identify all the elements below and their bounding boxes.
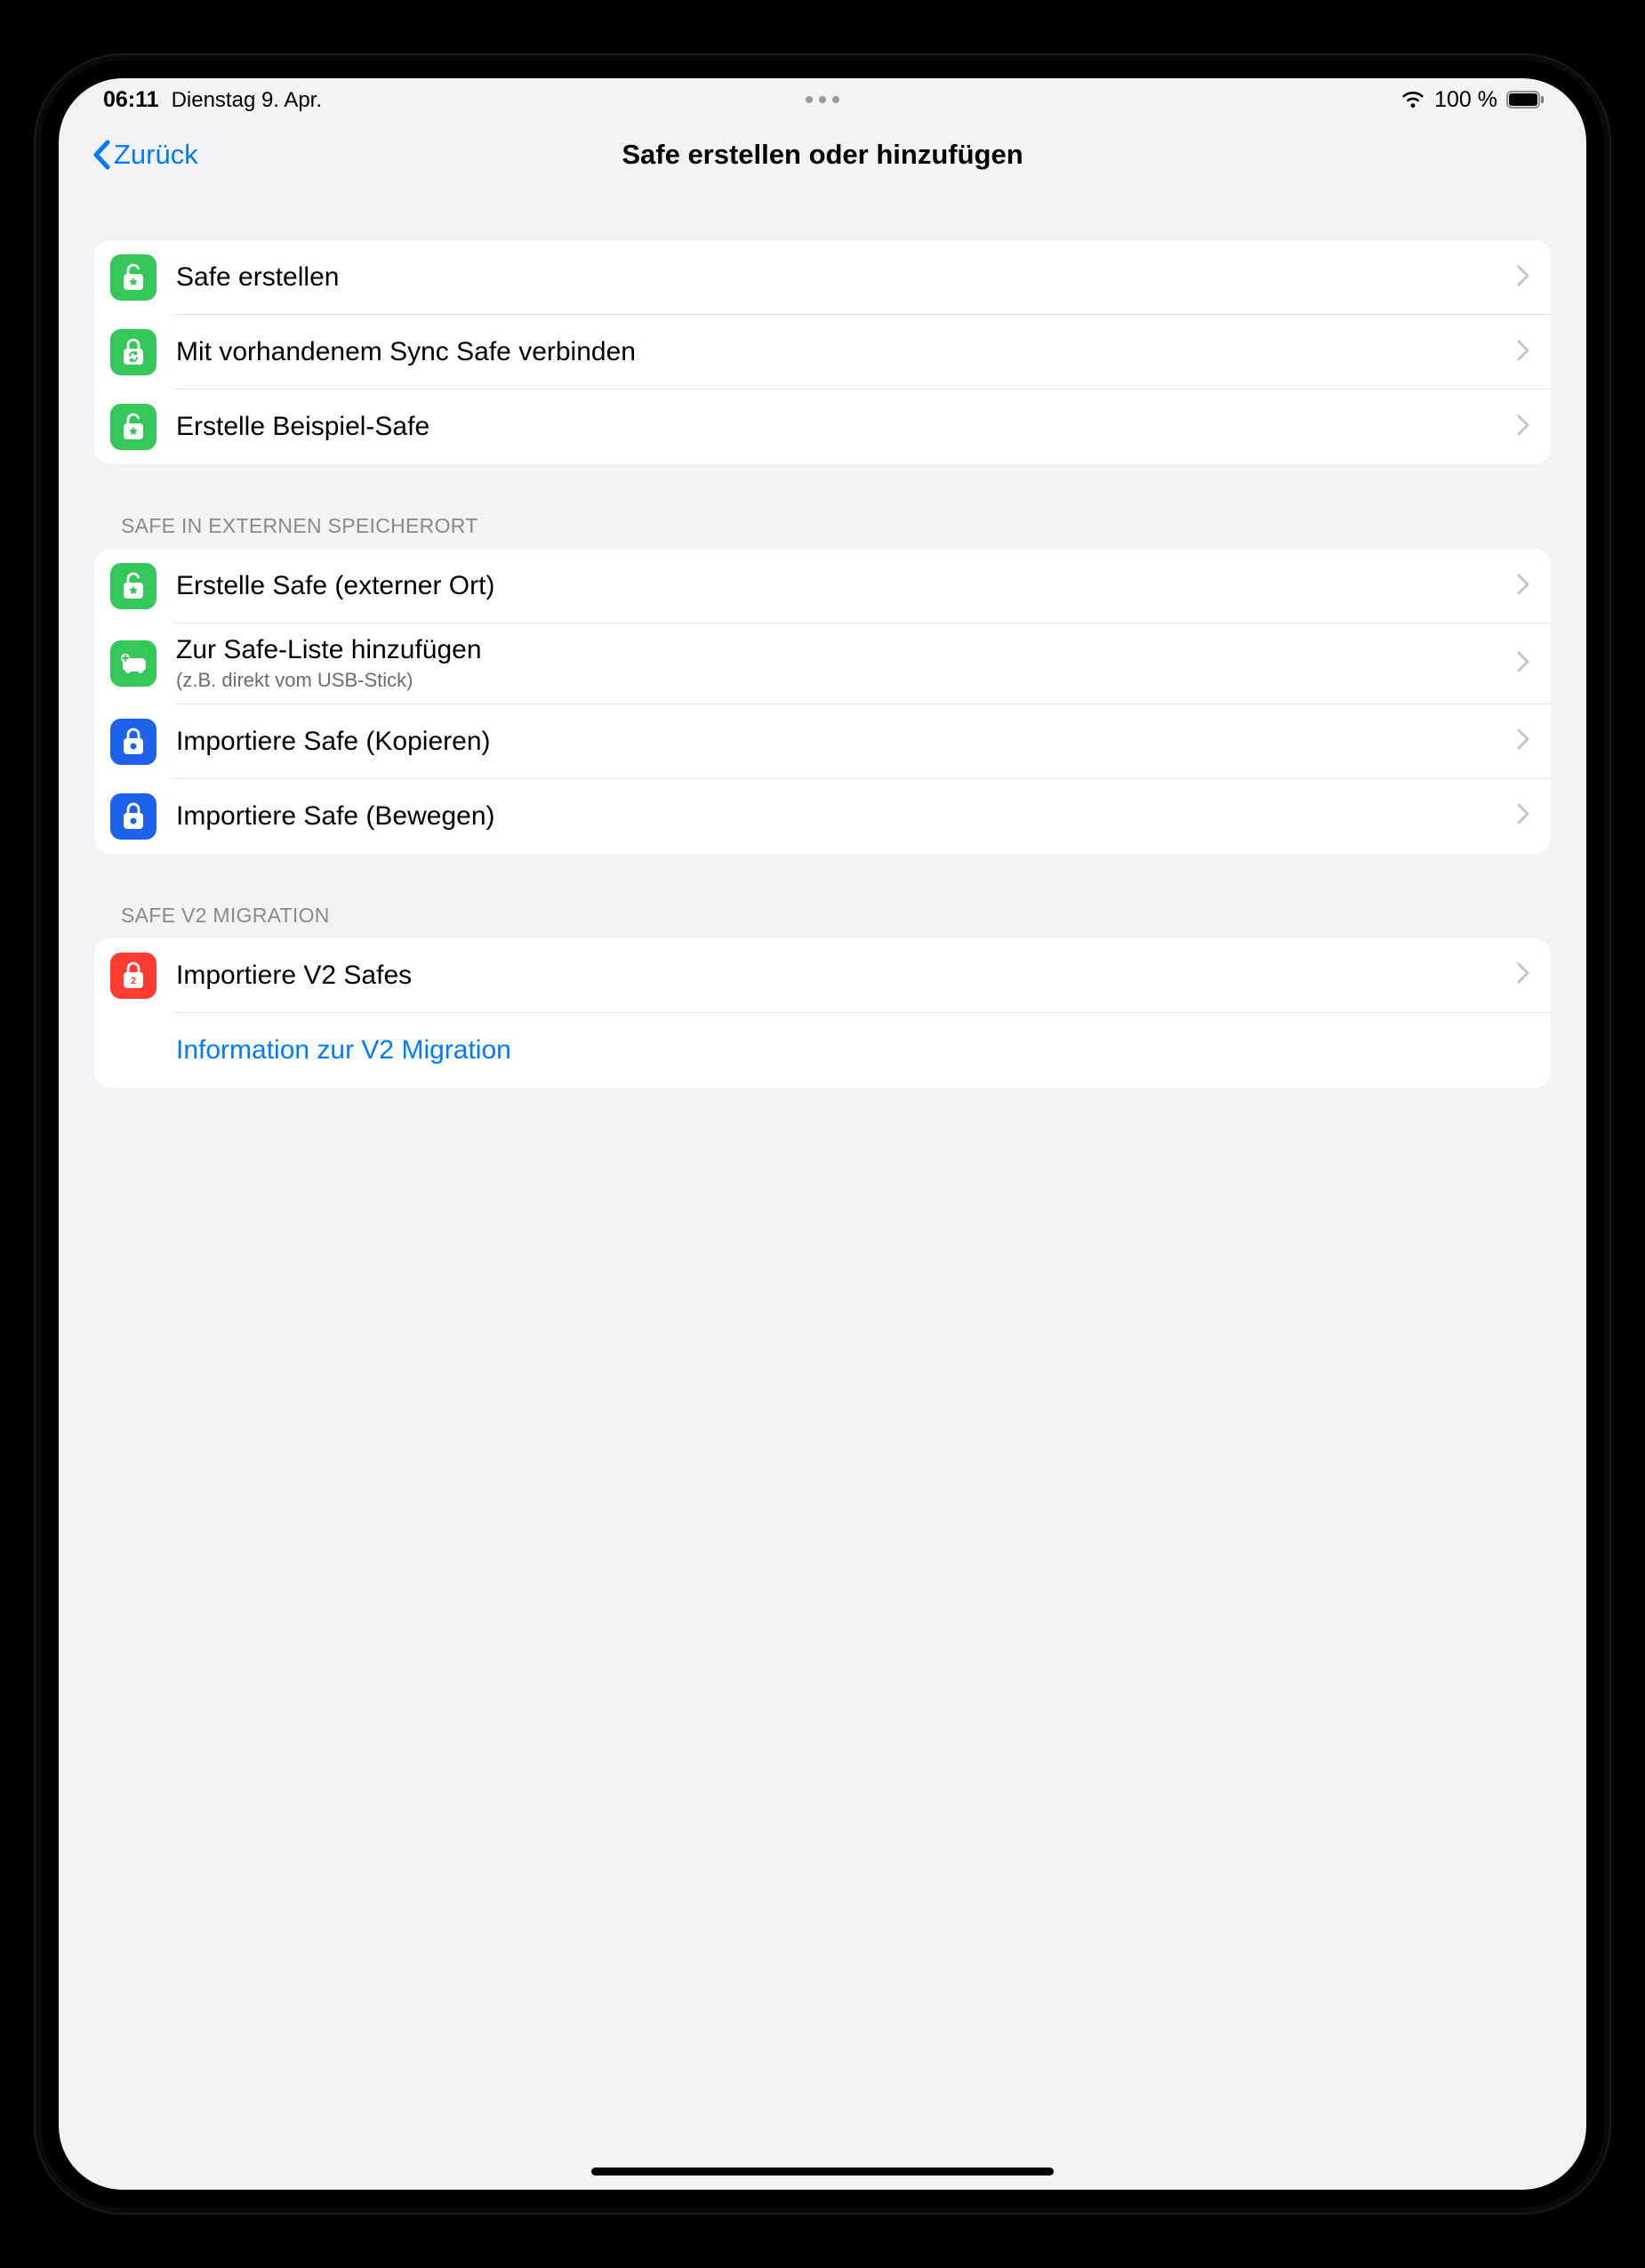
row-create-external-safe[interactable]: Erstelle Safe (externer Ort): [94, 549, 1551, 623]
dot-icon: [806, 96, 813, 103]
row-label: Safe erstellen: [176, 261, 1508, 294]
status-right: 100 %: [1400, 87, 1545, 113]
row-label: Erstelle Safe (externer Ort): [176, 570, 1508, 602]
row-label: Zur Safe-Liste hinzufügen: [176, 634, 1508, 666]
chevron-right-icon: [1517, 651, 1529, 677]
section-group: Erstelle Safe (externer Ort) Zur: [94, 549, 1551, 854]
lock-open-star-icon: [110, 254, 156, 301]
status-left: 06:11 Dienstag 9. Apr.: [103, 87, 322, 113]
back-label: Zurück: [114, 139, 198, 171]
page-title: Safe erstellen oder hinzufügen: [622, 139, 1023, 171]
status-date: Dienstag 9. Apr.: [172, 88, 322, 113]
row-v2-migration-info[interactable]: Information zur V2 Migration: [94, 1013, 1551, 1088]
chevron-left-icon: [91, 139, 112, 171]
row-create-safe[interactable]: Safe erstellen: [94, 240, 1551, 315]
status-bar: 06:11 Dienstag 9. Apr. 100 %: [59, 78, 1586, 121]
row-label-link: Information zur V2 Migration: [176, 1034, 1529, 1066]
row-create-example-safe[interactable]: Erstelle Beispiel-Safe: [94, 390, 1551, 464]
row-label: Importiere Safe (Bewegen): [176, 800, 1508, 832]
lock-v2-icon: 2: [110, 953, 156, 999]
status-time: 06:11: [103, 87, 159, 113]
battery-icon: [1506, 91, 1545, 109]
chevron-right-icon: [1517, 728, 1529, 754]
nav-bar: Zurück Safe erstellen oder hinzufügen: [59, 121, 1586, 189]
lock-import-icon: [110, 793, 156, 840]
svg-text:2: 2: [131, 976, 136, 986]
dot-icon: [819, 96, 826, 103]
lock-sync-icon: [110, 329, 156, 375]
multitask-dots[interactable]: [806, 96, 839, 103]
row-label: Importiere Safe (Kopieren): [176, 726, 1508, 758]
chevron-right-icon: [1517, 803, 1529, 829]
row-import-safe-move[interactable]: Importiere Safe (Bewegen): [94, 779, 1551, 854]
row-sublabel: (z.B. direkt vom USB-Stick): [176, 668, 1508, 694]
row-import-v2-safes[interactable]: 2 Importiere V2 Safes: [94, 938, 1551, 1013]
device-bezel: 06:11 Dienstag 9. Apr. 100 %: [34, 53, 1611, 2215]
section-header: SAFE V2 MIGRATION: [94, 904, 1551, 938]
spacer-icon: [110, 1027, 156, 1074]
row-connect-sync-safe[interactable]: Mit vorhandenem Sync Safe verbinden: [94, 315, 1551, 390]
section-main: Safe erstellen Mit vorhandenem Sy: [94, 240, 1551, 464]
section-external: SAFE IN EXTERNEN SPEICHERORT Erstelle Sa…: [94, 514, 1551, 854]
home-indicator[interactable]: [591, 2167, 1054, 2176]
dot-icon: [832, 96, 839, 103]
section-group: Safe erstellen Mit vorhandenem Sy: [94, 240, 1551, 464]
chevron-right-icon: [1517, 962, 1529, 988]
chevron-right-icon: [1517, 414, 1529, 440]
row-label: Erstelle Beispiel-Safe: [176, 411, 1508, 443]
chevron-right-icon: [1517, 265, 1529, 291]
row-label: Mit vorhandenem Sync Safe verbinden: [176, 336, 1508, 368]
drive-add-icon: [110, 640, 156, 687]
row-add-to-safe-list[interactable]: Zur Safe-Liste hinzufügen (z.B. direkt v…: [94, 623, 1551, 704]
battery-percent: 100 %: [1434, 87, 1497, 113]
back-button[interactable]: Zurück: [91, 139, 198, 171]
chevron-right-icon: [1517, 340, 1529, 366]
device-frame: 06:11 Dienstag 9. Apr. 100 %: [0, 0, 1645, 2268]
section-header: SAFE IN EXTERNEN SPEICHERORT: [94, 514, 1551, 549]
row-label: Importiere V2 Safes: [176, 960, 1508, 992]
lock-import-icon: [110, 719, 156, 765]
screen: 06:11 Dienstag 9. Apr. 100 %: [59, 78, 1586, 2190]
lock-open-star-icon: [110, 563, 156, 609]
row-import-safe-copy[interactable]: Importiere Safe (Kopieren): [94, 704, 1551, 779]
lock-open-star-icon: [110, 404, 156, 450]
content-scroll[interactable]: Safe erstellen Mit vorhandenem Sy: [59, 189, 1586, 2190]
section-group: 2 Importiere V2 Safes: [94, 938, 1551, 1088]
wifi-icon: [1400, 91, 1425, 109]
section-v2-migration: SAFE V2 MIGRATION 2 Importiere V2 Safes: [94, 904, 1551, 1088]
chevron-right-icon: [1517, 574, 1529, 599]
